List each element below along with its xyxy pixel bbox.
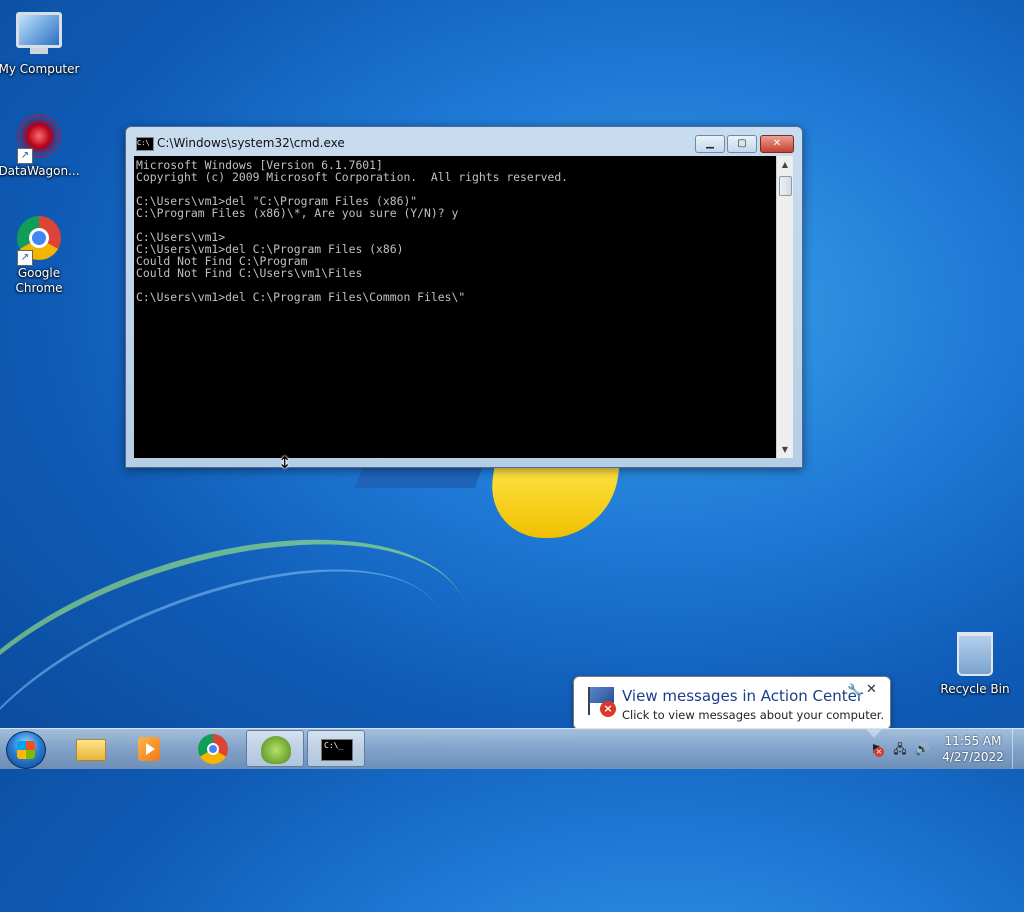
- title-bar[interactable]: C:\ C:\Windows\system32\cmd.exe ▁ ▢ ✕: [126, 127, 802, 157]
- console-line: Copyright (c) 2009 Microsoft Corporation…: [136, 170, 569, 184]
- action-center-tray-icon[interactable]: ⚑×: [868, 741, 884, 757]
- show-desktop-button[interactable]: [1012, 729, 1024, 769]
- cmd-icon: C:\: [136, 137, 154, 151]
- console-output[interactable]: Microsoft Windows [Version 6.1.7601] Cop…: [134, 156, 776, 458]
- scroll-thumb[interactable]: [779, 176, 792, 196]
- clock-time: 11:55 AM: [944, 734, 1002, 748]
- desktop-icon-my-computer[interactable]: My Computer: [0, 8, 82, 76]
- taskbar-google-chrome[interactable]: [184, 730, 242, 767]
- taskbar: C:\_ ⚑× 🖧 🔊 11:55 AM 4/27/2022: [0, 728, 1024, 769]
- desktop-icon-label: My Computer: [0, 62, 80, 76]
- start-button[interactable]: [6, 731, 46, 769]
- window-title: C:\Windows\system32\cmd.exe: [157, 136, 345, 150]
- desktop-icon-label: Recycle Bin: [940, 682, 1010, 696]
- action-center-flag-icon: ×: [584, 685, 618, 719]
- command-prompt-icon: C:\_: [321, 739, 353, 761]
- taskbar-windows-explorer[interactable]: [60, 730, 118, 767]
- folder-icon: [76, 739, 106, 761]
- chrome-icon: ↗: [15, 216, 63, 266]
- clock-date: 4/27/2022: [942, 750, 1004, 764]
- desktop-icon-google-chrome[interactable]: ↗ Google Chrome: [0, 214, 82, 296]
- datawagon-app-icon: [261, 736, 291, 764]
- action-center-notification[interactable]: × View messages in Action Center Click t…: [573, 676, 891, 738]
- desktop-icon-label: Google Chrome: [15, 266, 63, 295]
- shortcut-arrow-icon: ↗: [17, 148, 33, 164]
- media-player-icon: [138, 737, 160, 761]
- cmd-window[interactable]: C:\ C:\Windows\system32\cmd.exe ▁ ▢ ✕ Mi…: [125, 126, 803, 468]
- wallpaper-logo-yellow: [484, 458, 621, 538]
- scroll-down-icon[interactable]: ▼: [777, 441, 793, 458]
- desktop-icon-recycle-bin[interactable]: Recycle Bin: [932, 628, 1018, 696]
- notification-title[interactable]: View messages in Action Center: [622, 687, 863, 705]
- chrome-icon: [198, 734, 228, 764]
- desktop-icon-label: DataWagon...: [0, 164, 80, 178]
- taskbar-command-prompt[interactable]: C:\_: [307, 730, 365, 767]
- resize-cursor-icon: ↕: [278, 453, 292, 472]
- computer-icon: [15, 12, 63, 60]
- recycle-bin-icon: [951, 632, 999, 680]
- wrench-icon[interactable]: 🔧: [847, 683, 862, 697]
- taskbar-datawagon-app[interactable]: [246, 730, 304, 767]
- shortcut-arrow-icon: ↗: [17, 250, 33, 266]
- taskbar-windows-media-player[interactable]: [120, 730, 178, 767]
- notification-close-icon[interactable]: ✕: [866, 682, 877, 697]
- vertical-scrollbar[interactable]: ▲ ▼: [776, 156, 793, 458]
- desktop-icon-datawagon[interactable]: ↗ DataWagon...: [0, 110, 82, 178]
- console-line: Could Not Find C:\Users\vm1\Files: [136, 266, 363, 280]
- maximize-button[interactable]: ▢: [727, 135, 757, 153]
- datawagon-icon: ↗: [15, 114, 63, 164]
- notification-message[interactable]: Click to view messages about your comput…: [622, 708, 884, 722]
- scroll-up-icon[interactable]: ▲: [777, 156, 793, 173]
- network-icon[interactable]: 🖧: [892, 741, 908, 757]
- windows-logo-icon: [17, 741, 35, 759]
- system-clock[interactable]: 11:55 AM 4/27/2022: [940, 733, 1006, 765]
- minimize-button[interactable]: ▁: [695, 135, 725, 153]
- console-line: C:\Program Files (x86)\*, Are you sure (…: [136, 206, 459, 220]
- volume-icon[interactable]: 🔊: [914, 741, 930, 757]
- console-line: C:\Users\vm1>del C:\Program Files\Common…: [136, 290, 466, 304]
- close-button[interactable]: ✕: [760, 135, 794, 153]
